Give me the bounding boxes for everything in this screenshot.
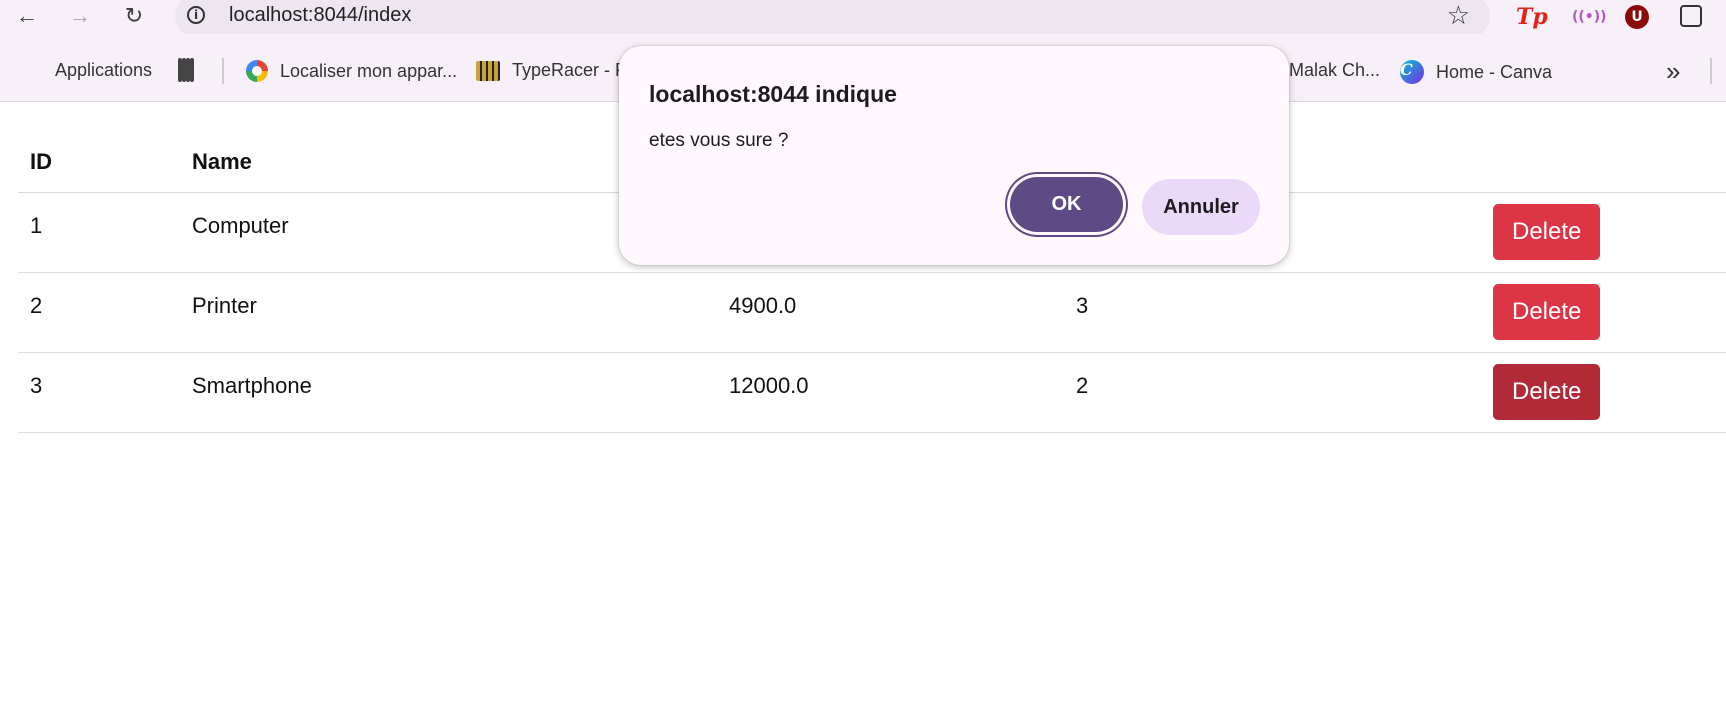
canva-icon: C xyxy=(1400,60,1424,84)
extensions-puzzle-icon[interactable] xyxy=(1680,5,1702,27)
ok-button[interactable]: OK xyxy=(1010,177,1123,232)
forward-arrow-icon[interactable]: → xyxy=(66,2,94,30)
cell-id: 1 xyxy=(30,213,43,238)
bookmark-tab-groups[interactable] xyxy=(178,58,212,82)
browser-toolbar: ← → ↻ i localhost:8044/index ☆ Tp ((•)) … xyxy=(0,0,1726,38)
bookmark-typeracer[interactable]: TypeRacer - P xyxy=(476,60,627,81)
bookmark-label: Malak Ch... xyxy=(1289,60,1381,80)
cell-quantity: 3 xyxy=(1076,293,1089,318)
table-row: 2 Printer 4900.0 3 Delete xyxy=(18,273,1726,353)
bookmark-malak[interactable]: Malak Ch... xyxy=(1289,60,1380,81)
cell-name: Smartphone xyxy=(192,373,312,398)
back-arrow-icon[interactable]: ← xyxy=(13,2,41,30)
cell-id: 3 xyxy=(30,373,43,398)
bookmark-canva[interactable]: C Home - Canva xyxy=(1400,60,1552,84)
bookmark-label: TypeRacer - P xyxy=(512,60,628,80)
header-id: ID xyxy=(30,148,52,174)
dialog-title: localhost:8044 indique xyxy=(649,81,897,107)
bookmark-applications[interactable]: Applications xyxy=(22,60,152,81)
url-text[interactable]: localhost:8044/index xyxy=(229,4,411,27)
delete-button[interactable]: Delete xyxy=(1493,284,1601,340)
header-action xyxy=(1481,131,1726,193)
typing-extension-icon[interactable]: Tp xyxy=(1516,4,1548,30)
delete-button[interactable]: Delete xyxy=(1493,204,1601,260)
cancel-button[interactable]: Annuler xyxy=(1142,179,1260,235)
dialog-message: etes vous sure ? xyxy=(649,130,789,151)
bookmark-separator xyxy=(1710,58,1712,84)
apps-grid-icon xyxy=(22,60,43,81)
confirm-dialog: localhost:8044 indique etes vous sure ? … xyxy=(619,46,1289,265)
site-info-icon[interactable]: i xyxy=(187,6,205,24)
google-icon xyxy=(246,60,268,82)
cell-price: 4900.0 xyxy=(729,293,797,318)
cell-action: Delete xyxy=(1481,273,1726,353)
reload-icon[interactable]: ↻ xyxy=(120,2,148,30)
cell-name: Printer xyxy=(192,293,257,318)
cell-quantity: 2 xyxy=(1076,373,1089,398)
more-bookmarks-icon[interactable]: » xyxy=(1666,56,1680,87)
broadcast-extension-icon[interactable]: ((•)) xyxy=(1572,4,1607,30)
bookmark-localiser[interactable]: Localiser mon appar... xyxy=(246,60,457,82)
tab-groups-icon xyxy=(178,58,200,82)
ublock-extension-icon[interactable]: U xyxy=(1625,5,1649,29)
delete-button[interactable]: Delete xyxy=(1493,364,1601,420)
typeracer-icon xyxy=(476,60,500,81)
cell-price: 12000.0 xyxy=(729,373,809,398)
bookmark-label: Home - Canva xyxy=(1436,61,1553,82)
address-bar[interactable]: i localhost:8044/index ☆ xyxy=(175,0,1490,38)
cell-id: 2 xyxy=(30,293,43,318)
cell-action: Delete xyxy=(1481,193,1726,273)
cell-action: Delete xyxy=(1481,353,1726,433)
bookmark-label: Applications xyxy=(55,60,153,80)
bookmark-label: Localiser mon appar... xyxy=(280,60,458,81)
table-row: 3 Smartphone 12000.0 2 Delete xyxy=(18,353,1726,433)
bookmark-separator xyxy=(222,58,224,84)
bookmark-star-icon[interactable]: ☆ xyxy=(1447,0,1470,31)
